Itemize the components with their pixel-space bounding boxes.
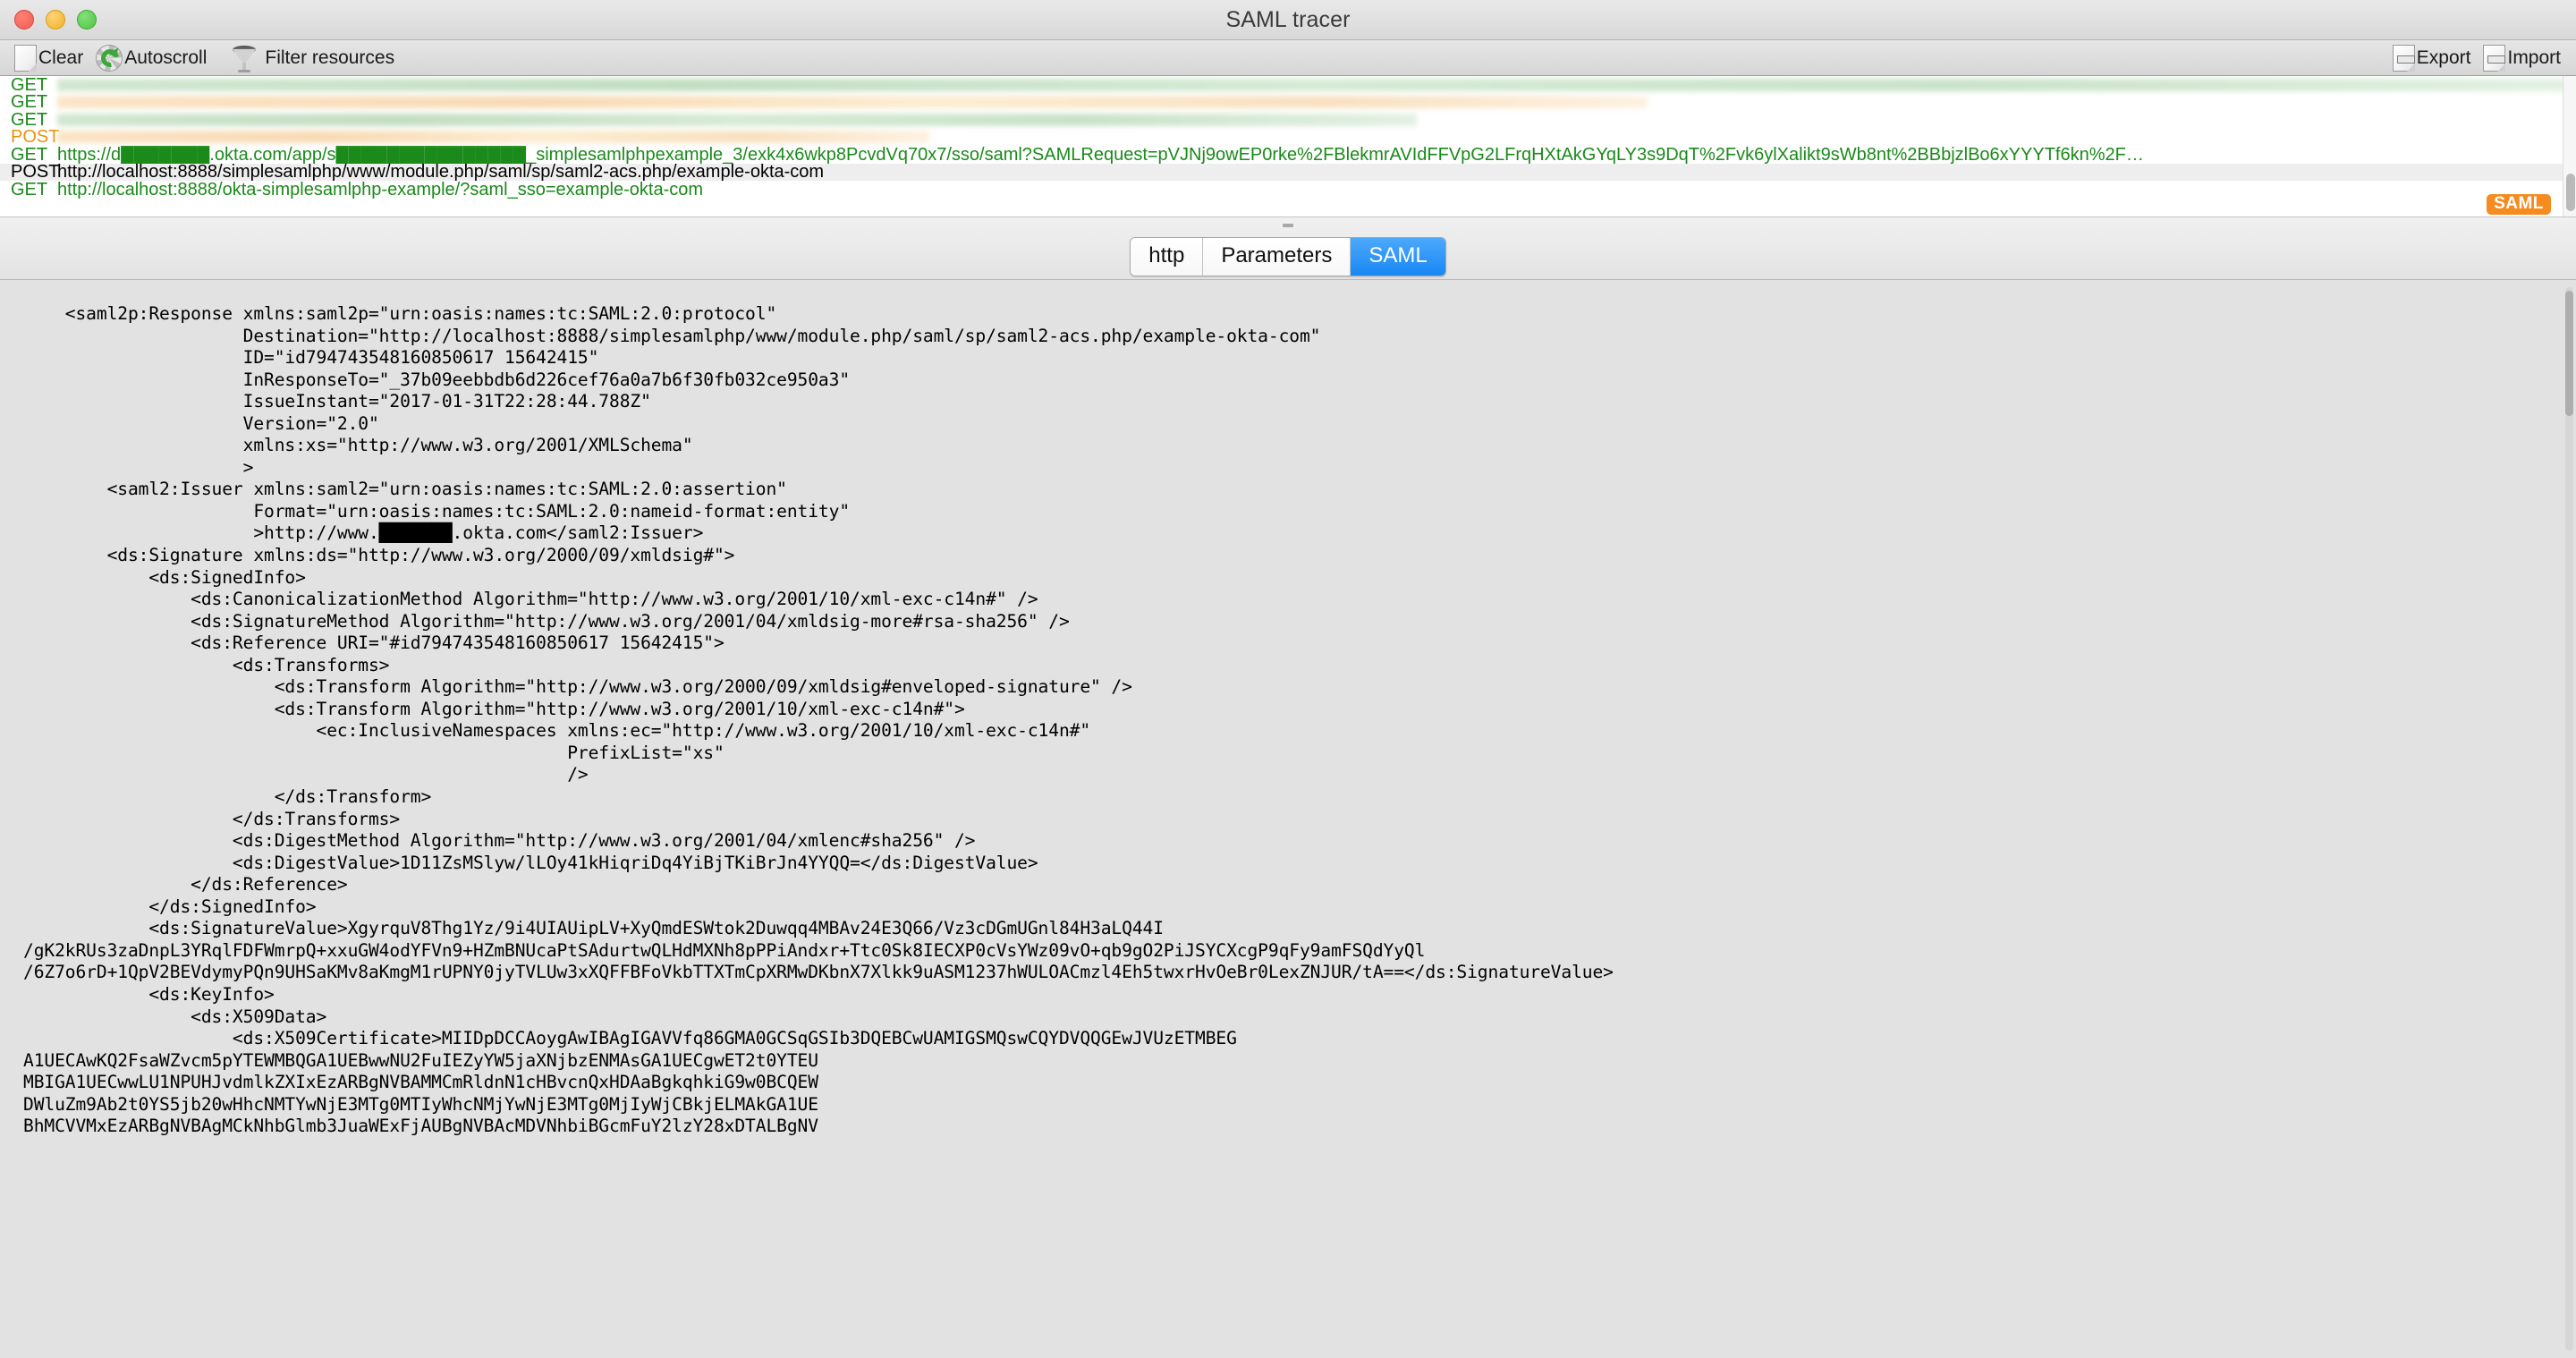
xml-scrollbar[interactable] <box>2562 280 2576 1358</box>
xml-line: ID="id794743548160850617 15642415" <box>23 347 599 369</box>
saml-xml-panel[interactable]: <saml2p:Response xmlns:saml2p="urn:oasis… <box>0 280 2576 1358</box>
request-row[interactable]: POST http://localhost:8888/simplesamlphp/… <box>0 162 2576 182</box>
request-row[interactable]: GET http://localhost:8888/okta-simplesaml… <box>0 181 2576 199</box>
funnel-icon <box>233 44 257 72</box>
xml-line: <ds:Signature xmlns:ds="http://www.w3.or… <box>23 545 735 566</box>
window-title: SAML tracer <box>1225 6 1351 32</box>
xml-line: <ds:SignatureMethod Algorithm="http://ww… <box>23 610 1070 632</box>
close-window-button[interactable] <box>14 10 34 30</box>
saml-badge-group: SAML SAML <box>2487 194 2551 216</box>
request-method: GET <box>11 76 48 95</box>
xml-line: BhMCVVMxEzARBgNVBAgMCkNhbGlmb3JuaWExFjAU… <box>23 1116 818 1137</box>
xml-line: </ds:Transforms> <box>23 808 401 829</box>
request-method: GET <box>11 92 48 113</box>
xml-line: DWluZm9Ab2t0YS5jb20wHhcNMTYwNjE3MTg0MTIy… <box>23 1093 818 1115</box>
autoscroll-gear-icon <box>96 44 123 72</box>
xml-line: Version="2.0" <box>23 412 379 434</box>
xml-line: <saml2p:Response xmlns:saml2p="urn:oasis… <box>23 303 777 324</box>
xml-line: A1UECAwKQ2FsaWZvcm5pYTEWMBQGA1UEBwwNU2Fu… <box>23 1049 818 1071</box>
export-button[interactable]: Export <box>2386 42 2478 74</box>
xml-line: Format="urn:oasis:names:tc:SAML:2.0:name… <box>23 500 851 522</box>
request-list[interactable]: GET GET GET POST GET https://d███████.okta.co… <box>0 76 2576 217</box>
scrollbar-thumb[interactable] <box>2565 291 2573 416</box>
request-list-scrollbar[interactable] <box>2563 76 2576 216</box>
autoscroll-button[interactable]: Autoscroll <box>89 42 213 74</box>
toolbar-right-group: Export Import <box>2386 42 2567 74</box>
xml-line: <ec:InclusiveNamespaces xmlns:ec="http:/… <box>23 720 1091 742</box>
request-method: POST <box>11 162 60 182</box>
resize-grip[interactable] <box>1283 224 1293 227</box>
request-row[interactable]: GET <box>0 111 2576 129</box>
tab-http[interactable]: http <box>1131 238 1204 276</box>
filter-resources-label: Filter resources <box>265 47 395 68</box>
redacted-url-blur <box>57 96 1648 109</box>
detail-tabbar: http Parameters SAML <box>0 217 2576 280</box>
xml-line: </ds:Reference> <box>23 874 348 895</box>
filter-resources-button[interactable]: Filter resources <box>213 42 401 74</box>
xml-line: <ds:SignedInfo> <box>23 566 306 588</box>
xml-line: IssueInstant="2017-01-31T22:28:44.788Z" <box>23 391 651 412</box>
import-icon <box>2483 44 2506 72</box>
export-button-label: Export <box>2416 47 2471 68</box>
request-row[interactable]: GET <box>0 92 2576 113</box>
request-url: http://localhost:8888/simplesamlphp/www/… <box>57 163 825 182</box>
import-button[interactable]: Import <box>2477 42 2567 74</box>
clear-button-label: Clear <box>38 47 84 68</box>
saml-badge[interactable]: SAML <box>2487 194 2551 215</box>
xml-line: </ds:SignedInfo> <box>23 895 317 917</box>
xml-line: xmlns:xs="http://www.w3.org/2001/XMLSche… <box>23 435 693 456</box>
request-row[interactable]: GET https://d███████.okta.com/app/s██████… <box>0 146 2576 164</box>
clear-document-icon <box>14 44 37 72</box>
xml-line: InResponseTo="_37b09eebbdb6d226cef76a0a7… <box>23 369 851 390</box>
main-toolbar: Clear Autoscroll Filter resources Export… <box>0 40 2576 76</box>
maximize-window-button[interactable] <box>77 10 97 30</box>
request-method: POST <box>11 127 60 148</box>
xml-line: <ds:Transform Algorithm="http://www.w3.o… <box>23 698 965 719</box>
saml-xml-content: <saml2p:Response xmlns:saml2p="urn:oasis… <box>0 280 2576 1138</box>
traffic-lights <box>14 0 97 39</box>
toolbar-left-group: Clear Autoscroll Filter resources <box>0 42 401 74</box>
detail-tabs: http Parameters SAML <box>1130 237 1446 276</box>
minimize-window-button[interactable] <box>46 10 65 30</box>
scrollbar-thumb[interactable] <box>2566 174 2575 211</box>
xml-line: <ds:DigestValue>1D11ZsMSlyw/lLOy41kHiqri… <box>23 852 1038 873</box>
xml-line: /6Z7o6rD+1QpV2BEVdymyPQn9UHSaKMv8aKmgM1r… <box>23 962 1614 983</box>
xml-line: <ds:X509Certificate>MIIDpDCCAoygAwIBAgIG… <box>23 1028 1237 1049</box>
request-method: GET <box>11 144 48 165</box>
request-url: http://localhost:8888/okta-simplesamlphp… <box>57 180 704 199</box>
request-method: GET <box>11 109 48 130</box>
export-icon <box>2392 44 2415 72</box>
scrollbar-track <box>2565 287 2573 1351</box>
xml-line: </ds:Transform> <box>23 786 432 808</box>
xml-line: >http://www.███████.okta.com</saml2:Issu… <box>23 522 704 544</box>
xml-line: > <box>23 456 254 478</box>
xml-line: PrefixList="xs" <box>23 742 724 763</box>
redacted-url-blur <box>57 131 930 144</box>
request-row[interactable]: POST <box>0 127 2576 148</box>
xml-line: MBIGA1UECwwLU1NPUHJvdmlkZXIxEzARBgNVBAMM… <box>23 1072 818 1093</box>
xml-line: <ds:DigestMethod Algorithm="http://www.w… <box>23 830 976 852</box>
xml-line: <ds:KeyInfo> <box>23 983 275 1005</box>
import-button-label: Import <box>2507 47 2561 68</box>
xml-line: /gK2kRUs3zaDnpL3YRqlFDFWmrpQ+xxuGW4odYFV… <box>23 939 1426 961</box>
xml-line: <ds:SignatureValue>XgyrquV8Thg1Yz/9i4UIA… <box>23 918 1164 939</box>
xml-line: <ds:Reference URI="#id794743548160850617… <box>23 632 724 654</box>
redacted-url-blur <box>57 78 2576 91</box>
window-titlebar: SAML tracer <box>0 0 2576 40</box>
xml-line: <ds:X509Data> <box>23 1006 327 1027</box>
xml-line: /> <box>23 764 589 785</box>
request-row[interactable]: GET <box>0 76 2576 94</box>
request-method: GET <box>11 179 48 199</box>
xml-line: <saml2:Issuer xmlns:saml2="urn:oasis:nam… <box>23 479 787 500</box>
xml-line: <ds:Transforms> <box>23 654 390 675</box>
redacted-url-blur <box>57 113 1418 126</box>
xml-line: Destination="http://localhost:8888/simpl… <box>23 325 1321 346</box>
autoscroll-button-label: Autoscroll <box>124 47 208 68</box>
clear-button[interactable]: Clear <box>8 42 89 74</box>
xml-line: <ds:CanonicalizationMethod Algorithm="ht… <box>23 589 1038 610</box>
tab-saml[interactable]: SAML <box>1351 238 1445 276</box>
xml-line: <ds:Transform Algorithm="http://www.w3.o… <box>23 676 1132 698</box>
request-url: https://d███████.okta.com/app/s█████████… <box>57 145 2144 164</box>
tab-parameters[interactable]: Parameters <box>1203 238 1352 276</box>
